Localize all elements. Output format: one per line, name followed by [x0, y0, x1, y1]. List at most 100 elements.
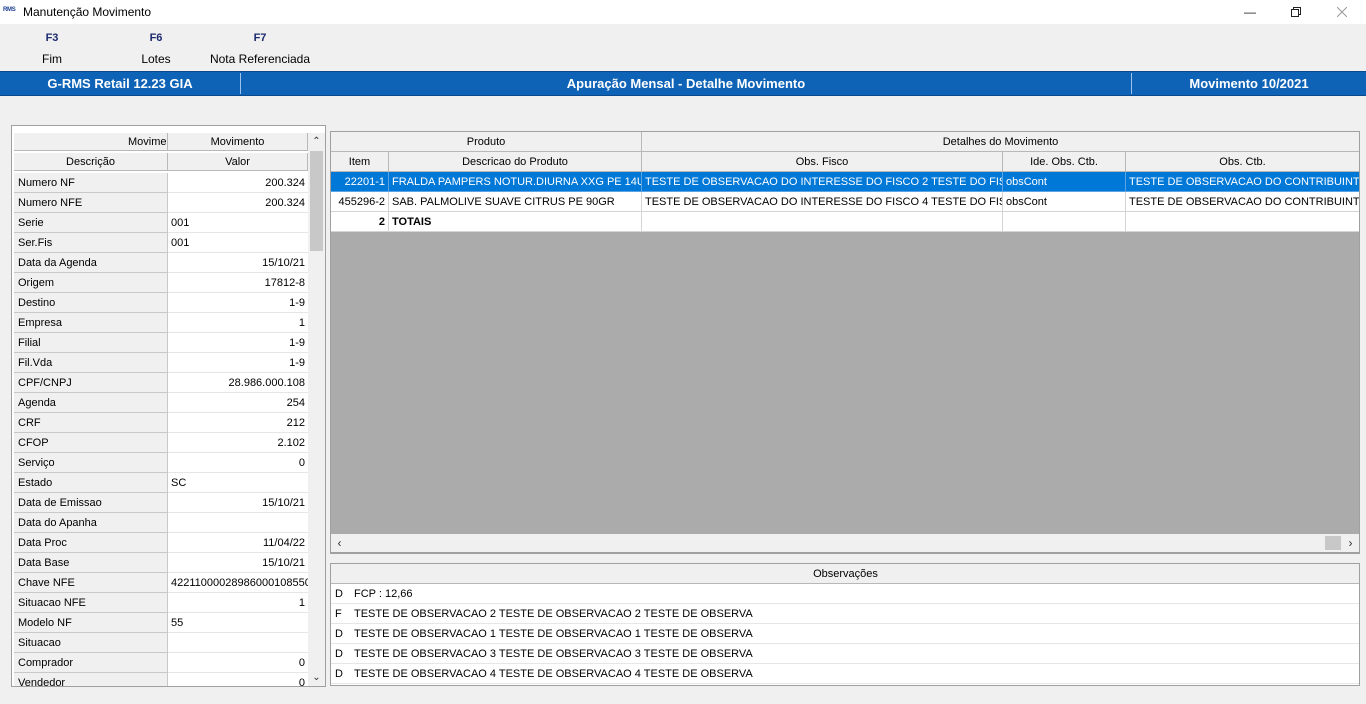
cell-empty — [1003, 212, 1126, 232]
column-header-obs-fisco[interactable]: Obs. Fisco — [642, 152, 1003, 172]
field-value: 200.324 — [168, 173, 308, 193]
fkey-label: Lotes — [141, 52, 171, 66]
column-header-descricao[interactable]: Descrição — [14, 153, 168, 171]
field-row[interactable]: Comprador 0 — [14, 653, 308, 673]
cell-obs-ctb: TESTE DE OBSERVACAO DO CONTRIBUINTE 2 — [1126, 172, 1359, 192]
chevron-up-icon: ⌃ — [312, 136, 321, 147]
field-row[interactable]: CFOP 2.102 — [14, 433, 308, 453]
scroll-thumb[interactable] — [310, 151, 323, 251]
fields-list: Numero NF 200.324 Numero NFE 200.324 Serie 00… — [14, 173, 308, 686]
column-header-ide-obs-ctb[interactable]: Ide. Obs. Ctb. — [1003, 152, 1126, 172]
close-button[interactable] — [1319, 0, 1365, 24]
chevron-down-icon: ⌄ — [312, 672, 321, 683]
observation-row[interactable]: D TESTE DE OBSERVACAO 4 TESTE DE OBSERVAC… — [331, 664, 1359, 684]
field-row[interactable]: CRF 212 — [14, 413, 308, 433]
field-value: 001 — [168, 213, 308, 233]
field-label: CRF — [14, 413, 168, 433]
grid-row[interactable]: 455296-2 SAB. PALMOLIVE SUAVE CITRUS PE … — [331, 192, 1359, 212]
column-header-obs-ctb[interactable]: Obs. Ctb. — [1126, 152, 1359, 172]
column-header-item[interactable]: Item — [331, 152, 389, 172]
field-row[interactable]: Agenda 254 — [14, 393, 308, 413]
fkey-code: F7 — [253, 32, 267, 44]
observation-text: TESTE DE OBSERVACAO 3 TESTE DE OBSERVACA… — [354, 648, 753, 660]
field-value: 1 — [168, 593, 308, 613]
field-label: Comprador — [14, 653, 168, 673]
cell-descricao: SAB. PALMOLIVE SUAVE CITRUS PE 90GR — [389, 192, 642, 212]
field-row[interactable]: Serviço 0 — [14, 453, 308, 473]
field-row[interactable]: Ser.Fis 001 — [14, 233, 308, 253]
restore-button[interactable] — [1273, 0, 1319, 24]
column-header-valor[interactable]: Valor — [168, 153, 308, 171]
field-row[interactable]: Chave NFE 42211000028986000108550 — [14, 573, 308, 593]
observation-row[interactable]: F TESTE DE OBSERVACAO 2 TESTE DE OBSERVAC… — [331, 604, 1359, 624]
field-row[interactable]: Estado SC — [14, 473, 308, 493]
scroll-down-button[interactable]: ⌄ — [308, 669, 325, 686]
field-value: 11/04/22 — [168, 533, 308, 553]
column-header-descricao-produto[interactable]: Descricao do Produto — [389, 152, 642, 172]
header-banner: G-RMS Retail 12.23 GIA Apuração Mensal -… — [0, 71, 1366, 96]
field-label: Origem — [14, 273, 168, 293]
fkey-lotes-button[interactable]: F6 Lotes — [131, 32, 181, 66]
field-value — [168, 513, 308, 533]
field-row[interactable]: Fil.Vda 1-9 — [14, 353, 308, 373]
fkey-nota-referenciada-button[interactable]: F7 Nota Referenciada — [208, 32, 312, 66]
field-row[interactable]: Data Base 15/10/21 — [14, 553, 308, 573]
field-row[interactable]: CPF/CNPJ 28.986.000.108 — [14, 373, 308, 393]
chevron-right-icon: › — [1348, 536, 1353, 550]
field-row[interactable]: Filial 1-9 — [14, 333, 308, 353]
fields-vertical-scrollbar[interactable]: ⌃ ⌄ — [308, 133, 325, 686]
fkey-fim-button[interactable]: F3 Fim — [32, 32, 72, 66]
observation-row[interactable]: D TESTE DE OBSERVACAO 3 TESTE DE OBSERVAC… — [331, 644, 1359, 664]
field-label: Destino — [14, 293, 168, 313]
minimize-button[interactable]: — — [1227, 0, 1273, 24]
title-bar: RMS Manutenção Movimento — — [0, 0, 1366, 24]
field-row[interactable]: Situacao NFE 1 — [14, 593, 308, 613]
scroll-right-button[interactable]: › — [1342, 534, 1359, 552]
field-row[interactable]: Empresa 1 — [14, 313, 308, 333]
function-key-bar: F3 Fim F6 Lotes F7 Nota Referenciada — [0, 24, 1366, 70]
observation-row[interactable]: D FCP : 12,66 — [331, 584, 1359, 604]
field-value: 0 — [168, 673, 308, 686]
field-value: 1 — [168, 313, 308, 333]
field-row[interactable]: Numero NF 200.324 — [14, 173, 308, 193]
field-row[interactable]: Data de Emissao 15/10/21 — [14, 493, 308, 513]
scroll-up-button[interactable]: ⌃ — [308, 133, 325, 150]
field-row[interactable]: Origem 17812-8 — [14, 273, 308, 293]
observation-text: TESTE DE OBSERVACAO 2 TESTE DE OBSERVACA… — [354, 608, 753, 620]
field-row[interactable]: Situacao — [14, 633, 308, 653]
field-row[interactable]: Modelo NF 55 — [14, 613, 308, 633]
field-value: SC — [168, 473, 308, 493]
cell-item: 22201-1 — [331, 172, 389, 192]
scroll-thumb[interactable] — [1325, 536, 1341, 550]
field-label: Filial — [14, 333, 168, 353]
observation-type: D — [335, 588, 343, 600]
field-value — [168, 633, 308, 653]
grid-row[interactable]: 22201-1 FRALDA PAMPERS NOTUR.DIURNA XXG … — [331, 172, 1359, 192]
cell-obs-fisco: TESTE DE OBSERVACAO DO INTERESSE DO FISC… — [642, 172, 1003, 192]
field-row[interactable]: Data do Apanha — [14, 513, 308, 533]
restore-icon — [1291, 7, 1301, 17]
field-row[interactable]: Serie 001 — [14, 213, 308, 233]
field-row[interactable]: Vendedor 0 — [14, 673, 308, 686]
field-label: Data da Agenda — [14, 253, 168, 273]
banner-system-name: G-RMS Retail 12.23 GIA — [47, 76, 193, 91]
field-row[interactable]: Data Proc 11/04/22 — [14, 533, 308, 553]
fields-group-header: Movimento Movimento — [14, 133, 308, 151]
observation-type: F — [335, 608, 342, 620]
field-value: 1-9 — [168, 353, 308, 373]
field-value: 0 — [168, 453, 308, 473]
grid-totals-row: 2 TOTAIS — [331, 212, 1359, 232]
field-value: 15/10/21 — [168, 553, 308, 573]
field-row[interactable]: Numero NFE 200.324 — [14, 193, 308, 213]
field-label: Data Base — [14, 553, 168, 573]
grid-horizontal-scrollbar[interactable]: ‹ › — [330, 534, 1360, 553]
observation-row[interactable]: D TESTE DE OBSERVACAO 1 TESTE DE OBSERVAC… — [331, 624, 1359, 644]
scroll-left-button[interactable]: ‹ — [331, 534, 348, 552]
field-value: 15/10/21 — [168, 253, 308, 273]
field-row[interactable]: Data da Agenda 15/10/21 — [14, 253, 308, 273]
field-row[interactable]: Destino 1-9 — [14, 293, 308, 313]
observation-text: FCP : 12,66 — [354, 588, 413, 600]
observations-panel: Observações D FCP : 12,66 F TESTE DE OBSERV… — [330, 563, 1360, 686]
field-value: 200.324 — [168, 193, 308, 213]
cell-ide-obs-ctb: obsCont — [1003, 192, 1126, 212]
